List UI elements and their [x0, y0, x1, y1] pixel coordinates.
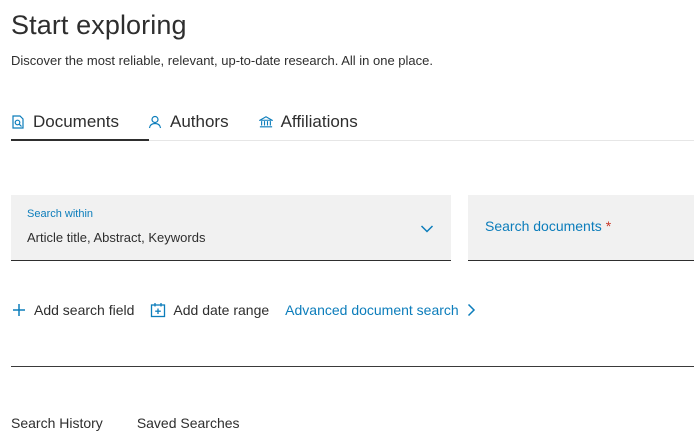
add-search-field-label: Add search field: [34, 302, 135, 318]
search-within-value: Article title, Abstract, Keywords: [27, 230, 206, 245]
person-icon: [148, 115, 162, 129]
tab-documents[interactable]: Documents: [11, 108, 119, 136]
add-date-range-button[interactable]: Add date range: [150, 302, 269, 318]
calendar-plus-icon: [150, 302, 166, 318]
tab-authors-label: Authors: [169, 112, 229, 131]
active-tab-indicator: [11, 139, 149, 141]
tab-affiliations-label: Affiliations: [280, 112, 358, 131]
search-history-links: Search History Saved Searches: [11, 415, 240, 431]
plus-icon: [11, 302, 27, 318]
chevron-down-icon: [420, 221, 434, 233]
required-marker: *: [605, 218, 612, 234]
add-date-range-label: Add date range: [173, 302, 270, 318]
chevron-right-icon: [466, 303, 476, 317]
tab-documents-label: Documents: [33, 112, 119, 131]
tab-affiliations[interactable]: Affiliations: [258, 108, 358, 136]
search-actions: Add search field Add date range Advanced…: [11, 300, 476, 320]
advanced-document-search-label: Advanced document search: [285, 302, 459, 318]
search-history-link[interactable]: Search History: [11, 415, 103, 431]
search-documents-placeholder: Search documents *: [485, 218, 612, 234]
search-within-label: Search within: [27, 208, 94, 220]
page-title: Start exploring: [11, 10, 187, 40]
saved-searches-link[interactable]: Saved Searches: [137, 415, 240, 431]
tabs-divider: [149, 140, 694, 141]
advanced-document-search-link[interactable]: Advanced document search: [285, 302, 476, 318]
institution-icon: [258, 115, 273, 129]
page-subtitle: Discover the most reliable, relevant, up…: [11, 53, 433, 68]
search-type-tabs: Documents Authors Affiliations: [11, 108, 358, 141]
section-divider: [11, 366, 694, 367]
search-documents-field[interactable]: Search documents *: [468, 195, 694, 261]
document-search-icon: [11, 115, 25, 129]
add-search-field-button[interactable]: Add search field: [11, 302, 134, 318]
tab-authors[interactable]: Authors: [148, 108, 229, 136]
search-within-dropdown[interactable]: Search within Article title, Abstract, K…: [11, 195, 451, 261]
